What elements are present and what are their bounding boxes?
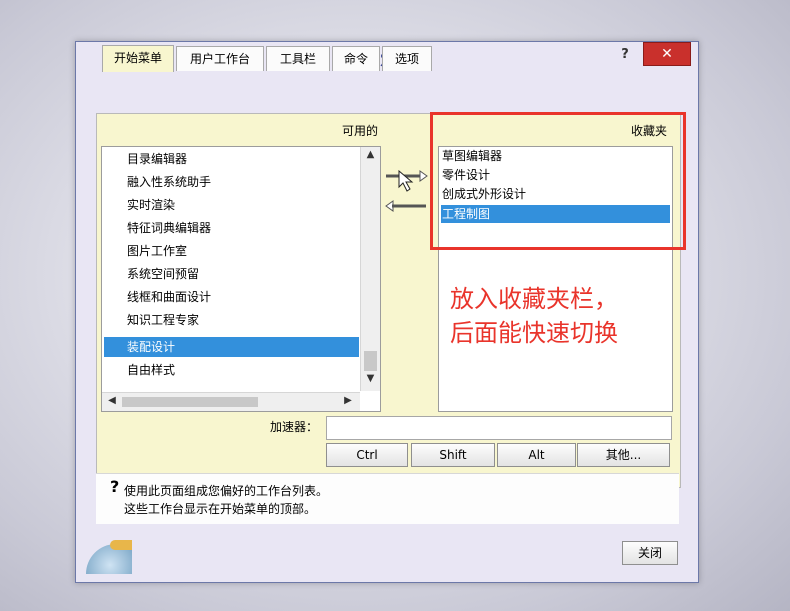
favorites-highlight-box: [430, 112, 686, 250]
available-header: 可用的: [342, 124, 379, 138]
ctrl-button[interactable]: Ctrl: [326, 443, 408, 467]
available-list[interactable]: 目录编辑器 融入性系统助手 实时渲染 特征词典编辑器 图片工作室 系统空间预留 …: [101, 146, 381, 412]
scroll-up-icon[interactable]: ▲: [361, 149, 380, 160]
tab-toolbars[interactable]: 工具栏: [266, 46, 330, 71]
other-button[interactable]: 其他...: [577, 443, 670, 467]
scroll-down-icon[interactable]: ▼: [361, 373, 380, 384]
tab-commands[interactable]: 命令: [332, 46, 380, 71]
annotation-line-1: 放入收藏夹栏，: [450, 285, 618, 313]
tab-start-menu[interactable]: 开始菜单: [102, 45, 174, 72]
list-item[interactable]: 实时渲染: [127, 195, 367, 215]
list-item[interactable]: 目录编辑器: [127, 149, 367, 169]
available-vertical-scrollbar[interactable]: ▲ ▼: [360, 147, 380, 391]
accelerator-input[interactable]: [326, 416, 672, 440]
alt-button[interactable]: Alt: [497, 443, 576, 467]
left-arrow-icon: [385, 200, 426, 212]
available-horizontal-scrollbar[interactable]: ◀ ▶: [102, 392, 360, 411]
list-item[interactable]: 融入性系统助手: [127, 172, 367, 192]
close-button[interactable]: 关闭: [622, 541, 678, 565]
list-item[interactable]: 系统空间预留: [127, 264, 367, 284]
shift-button[interactable]: Shift: [411, 443, 495, 467]
tab-user-workbench[interactable]: 用户工作台: [176, 46, 264, 71]
list-item[interactable]: 知识工程专家: [127, 310, 367, 330]
scroll-left-icon[interactable]: ◀: [106, 395, 118, 406]
scroll-thumb[interactable]: [364, 351, 377, 371]
annotation-line-2: 后面能快速切换: [450, 319, 618, 347]
help-line-2: 这些工作台显示在开始菜单的顶部。: [124, 502, 317, 516]
list-item[interactable]: 图片工作室: [127, 241, 367, 261]
list-item[interactable]: 自由样式: [127, 360, 367, 380]
app-logo-icon: [82, 540, 132, 574]
tab-options[interactable]: 选项: [382, 46, 432, 71]
help-line-1: 使用此页面组成您偏好的工作台列表。: [124, 484, 329, 498]
horizontal-scroll-thumb[interactable]: [122, 397, 258, 407]
mouse-cursor-icon: [398, 169, 414, 195]
accelerator-label: 加速器：: [270, 420, 319, 434]
annotation-text: 放入收藏夹栏， 后面能快速切换: [450, 282, 618, 350]
scroll-right-icon[interactable]: ▶: [342, 395, 354, 406]
remove-from-favorites-button[interactable]: [384, 198, 428, 214]
list-item-selected[interactable]: 装配设计: [104, 337, 359, 357]
help-footer: ? 使用此页面组成您偏好的工作台列表。 这些工作台显示在开始菜单的顶部。: [96, 473, 679, 524]
help-icon[interactable]: ?: [616, 46, 634, 64]
close-window-button[interactable]: ✕: [643, 42, 691, 66]
list-item[interactable]: 线框和曲面设计: [127, 287, 367, 307]
list-item[interactable]: 特征词典编辑器: [127, 218, 367, 238]
question-icon: ?: [110, 477, 120, 496]
